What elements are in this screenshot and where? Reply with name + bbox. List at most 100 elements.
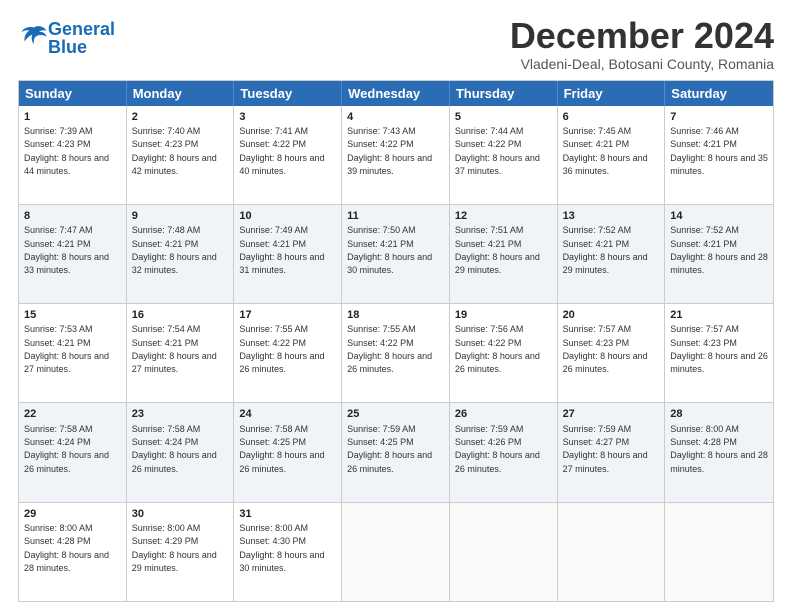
calendar-cell-day-3: 3 Sunrise: 7:41 AMSunset: 4:22 PMDaylight…: [234, 106, 342, 204]
subtitle: Vladeni-Deal, Botosani County, Romania: [510, 56, 774, 72]
calendar-cell-day-6: 6Sunrise: 7:45 AMSunset: 4:21 PMDaylight…: [558, 106, 666, 204]
cell-info: Sunrise: 8:00 AMSunset: 4:28 PMDaylight:…: [670, 424, 768, 474]
cell-info: Sunrise: 7:43 AMSunset: 4:22 PMDaylight:…: [347, 126, 432, 176]
cell-info: Sunrise: 7:47 AMSunset: 4:21 PMDaylight:…: [24, 225, 109, 275]
header-thursday: Thursday: [450, 81, 558, 106]
calendar-cell-day-7: 7Sunrise: 7:46 AMSunset: 4:21 PMDaylight…: [665, 106, 773, 204]
cell-info: Sunrise: 7:53 AMSunset: 4:21 PMDaylight:…: [24, 324, 109, 374]
day-number: 25: [347, 407, 444, 421]
header-saturday: Saturday: [665, 81, 773, 106]
calendar-cell-day-25: 25Sunrise: 7:59 AMSunset: 4:25 PMDayligh…: [342, 403, 450, 501]
day-number: 31: [239, 507, 336, 521]
header-sunday: Sunday: [19, 81, 127, 106]
day-number: 15: [24, 308, 121, 322]
calendar-row-4: 22 Sunrise: 7:58 AMSunset: 4:24 PMDayligh…: [19, 402, 773, 501]
cell-info: Sunrise: 7:40 AMSunset: 4:23 PMDaylight:…: [132, 126, 217, 176]
day-number: 23: [132, 407, 229, 421]
day-number: 30: [132, 507, 229, 521]
calendar-cell-day-31: 31Sunrise: 8:00 AMSunset: 4:30 PMDayligh…: [234, 503, 342, 601]
calendar-cell-day-21: 21 Sunrise: 7:57 AMSunset: 4:23 PMDayligh…: [665, 304, 773, 402]
header-wednesday: Wednesday: [342, 81, 450, 106]
header: GeneralBlue December 2024 Vladeni-Deal, …: [18, 16, 774, 72]
cell-info: Sunrise: 7:48 AMSunset: 4:21 PMDaylight:…: [132, 225, 217, 275]
calendar-cell-day-15: 15 Sunrise: 7:53 AMSunset: 4:21 PMDayligh…: [19, 304, 127, 402]
calendar-cell-day-29: 29Sunrise: 8:00 AMSunset: 4:28 PMDayligh…: [19, 503, 127, 601]
calendar-cell-day-16: 16Sunrise: 7:54 AMSunset: 4:21 PMDayligh…: [127, 304, 235, 402]
calendar-cell-day-9: 9 Sunrise: 7:48 AMSunset: 4:21 PMDaylight…: [127, 205, 235, 303]
day-number: 11: [347, 209, 444, 223]
cell-info: Sunrise: 7:45 AMSunset: 4:21 PMDaylight:…: [563, 126, 648, 176]
calendar-cell-day-18: 18 Sunrise: 7:55 AMSunset: 4:22 PMDayligh…: [342, 304, 450, 402]
cell-info: Sunrise: 7:39 AMSunset: 4:23 PMDaylight:…: [24, 126, 109, 176]
cell-info: Sunrise: 7:57 AMSunset: 4:23 PMDaylight:…: [670, 324, 768, 374]
day-number: 28: [670, 407, 768, 421]
header-monday: Monday: [127, 81, 235, 106]
cell-info: Sunrise: 7:41 AMSunset: 4:22 PMDaylight:…: [239, 126, 324, 176]
calendar-cell-day-23: 23 Sunrise: 7:58 AMSunset: 4:24 PMDayligh…: [127, 403, 235, 501]
cell-info: Sunrise: 8:00 AMSunset: 4:29 PMDaylight:…: [132, 523, 217, 573]
day-number: 18: [347, 308, 444, 322]
day-number: 3: [239, 110, 336, 124]
logo: GeneralBlue: [18, 20, 115, 56]
day-number: 4: [347, 110, 444, 124]
calendar: Sunday Monday Tuesday Wednesday Thursday…: [18, 80, 774, 602]
cell-info: Sunrise: 7:52 AMSunset: 4:21 PMDaylight:…: [563, 225, 648, 275]
calendar-cell-empty: [558, 503, 666, 601]
calendar-cell-day-17: 17 Sunrise: 7:55 AMSunset: 4:22 PMDayligh…: [234, 304, 342, 402]
calendar-body: 1 Sunrise: 7:39 AMSunset: 4:23 PMDaylight…: [19, 106, 773, 601]
day-number: 12: [455, 209, 552, 223]
calendar-cell-day-13: 13 Sunrise: 7:52 AMSunset: 4:21 PMDayligh…: [558, 205, 666, 303]
cell-info: Sunrise: 7:55 AMSunset: 4:22 PMDaylight:…: [239, 324, 324, 374]
calendar-cell-day-28: 28 Sunrise: 8:00 AMSunset: 4:28 PMDayligh…: [665, 403, 773, 501]
calendar-cell-day-12: 12 Sunrise: 7:51 AMSunset: 4:21 PMDayligh…: [450, 205, 558, 303]
calendar-header: Sunday Monday Tuesday Wednesday Thursday…: [19, 81, 773, 106]
calendar-row-2: 8 Sunrise: 7:47 AMSunset: 4:21 PMDaylight…: [19, 204, 773, 303]
day-number: 14: [670, 209, 768, 223]
calendar-cell-day-11: 11 Sunrise: 7:50 AMSunset: 4:21 PMDayligh…: [342, 205, 450, 303]
calendar-cell-day-1: 1 Sunrise: 7:39 AMSunset: 4:23 PMDaylight…: [19, 106, 127, 204]
day-number: 1: [24, 110, 121, 124]
calendar-cell-day-5: 5Sunrise: 7:44 AMSunset: 4:22 PMDaylight…: [450, 106, 558, 204]
calendar-cell-day-26: 26Sunrise: 7:59 AMSunset: 4:26 PMDayligh…: [450, 403, 558, 501]
day-number: 19: [455, 308, 552, 322]
calendar-cell-day-27: 27Sunrise: 7:59 AMSunset: 4:27 PMDayligh…: [558, 403, 666, 501]
calendar-cell-day-4: 4 Sunrise: 7:43 AMSunset: 4:22 PMDaylight…: [342, 106, 450, 204]
day-number: 9: [132, 209, 229, 223]
month-title: December 2024: [510, 16, 774, 56]
calendar-cell-day-20: 20 Sunrise: 7:57 AMSunset: 4:23 PMDayligh…: [558, 304, 666, 402]
calendar-row-5: 29Sunrise: 8:00 AMSunset: 4:28 PMDayligh…: [19, 502, 773, 601]
day-number: 29: [24, 507, 121, 521]
day-number: 21: [670, 308, 768, 322]
title-block: December 2024 Vladeni-Deal, Botosani Cou…: [510, 16, 774, 72]
cell-info: Sunrise: 7:54 AMSunset: 4:21 PMDaylight:…: [132, 324, 217, 374]
cell-info: Sunrise: 7:57 AMSunset: 4:23 PMDaylight:…: [563, 324, 648, 374]
calendar-cell-day-24: 24Sunrise: 7:58 AMSunset: 4:25 PMDayligh…: [234, 403, 342, 501]
day-number: 20: [563, 308, 660, 322]
header-tuesday: Tuesday: [234, 81, 342, 106]
calendar-cell-empty: [665, 503, 773, 601]
day-number: 22: [24, 407, 121, 421]
calendar-cell-day-19: 19 Sunrise: 7:56 AMSunset: 4:22 PMDayligh…: [450, 304, 558, 402]
calendar-cell-day-2: 2 Sunrise: 7:40 AMSunset: 4:23 PMDaylight…: [127, 106, 235, 204]
calendar-cell-empty: [342, 503, 450, 601]
cell-info: Sunrise: 7:49 AMSunset: 4:21 PMDaylight:…: [239, 225, 324, 275]
calendar-row-1: 1 Sunrise: 7:39 AMSunset: 4:23 PMDaylight…: [19, 106, 773, 204]
cell-info: Sunrise: 7:52 AMSunset: 4:21 PMDaylight:…: [670, 225, 768, 275]
cell-info: Sunrise: 7:55 AMSunset: 4:22 PMDaylight:…: [347, 324, 432, 374]
page: GeneralBlue December 2024 Vladeni-Deal, …: [0, 0, 792, 612]
day-number: 27: [563, 407, 660, 421]
cell-info: Sunrise: 7:51 AMSunset: 4:21 PMDaylight:…: [455, 225, 540, 275]
cell-info: Sunrise: 7:58 AMSunset: 4:25 PMDaylight:…: [239, 424, 324, 474]
day-number: 8: [24, 209, 121, 223]
cell-info: Sunrise: 7:50 AMSunset: 4:21 PMDaylight:…: [347, 225, 432, 275]
cell-info: Sunrise: 7:58 AMSunset: 4:24 PMDaylight:…: [132, 424, 217, 474]
day-number: 7: [670, 110, 768, 124]
day-number: 26: [455, 407, 552, 421]
day-number: 17: [239, 308, 336, 322]
cell-info: Sunrise: 7:56 AMSunset: 4:22 PMDaylight:…: [455, 324, 540, 374]
cell-info: Sunrise: 7:58 AMSunset: 4:24 PMDaylight:…: [24, 424, 109, 474]
day-number: 2: [132, 110, 229, 124]
day-number: 10: [239, 209, 336, 223]
calendar-cell-day-30: 30 Sunrise: 8:00 AMSunset: 4:29 PMDayligh…: [127, 503, 235, 601]
day-number: 13: [563, 209, 660, 223]
